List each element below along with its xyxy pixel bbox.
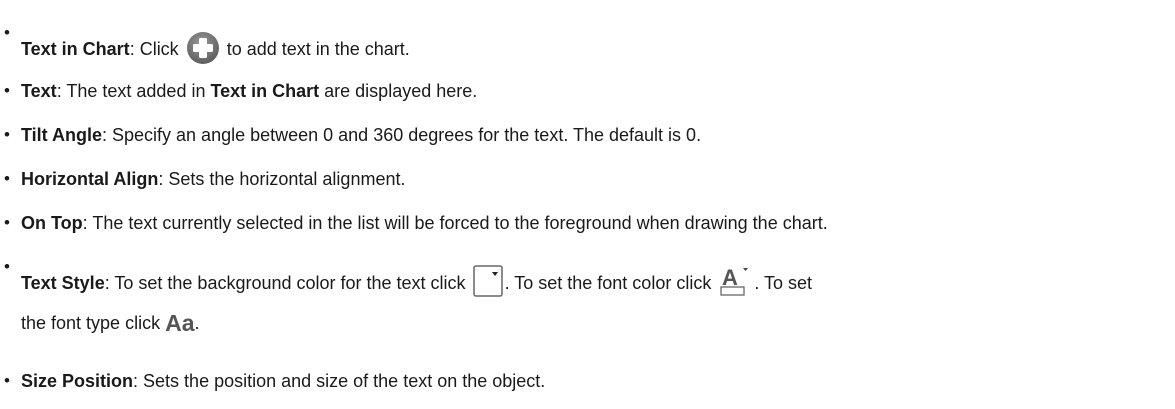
bullet: •: [4, 213, 10, 232]
svg-text:A: A: [722, 265, 738, 290]
bullet: •: [4, 257, 10, 276]
bullet: •: [4, 169, 10, 188]
bullet: •: [4, 81, 10, 100]
font-type-icon: Aa: [165, 310, 195, 336]
bullet-list: • Text in Chart: Click to add text in th…: [4, 23, 828, 391]
bullet: •: [4, 23, 10, 42]
add-circle-icon: [186, 31, 220, 66]
font-color-icon: A: [718, 265, 752, 300]
bullet: •: [4, 371, 10, 390]
bullet: •: [4, 125, 10, 144]
term-text-in-chart: Text in Chart: [21, 39, 130, 59]
background-color-dropdown-icon: [472, 265, 503, 300]
